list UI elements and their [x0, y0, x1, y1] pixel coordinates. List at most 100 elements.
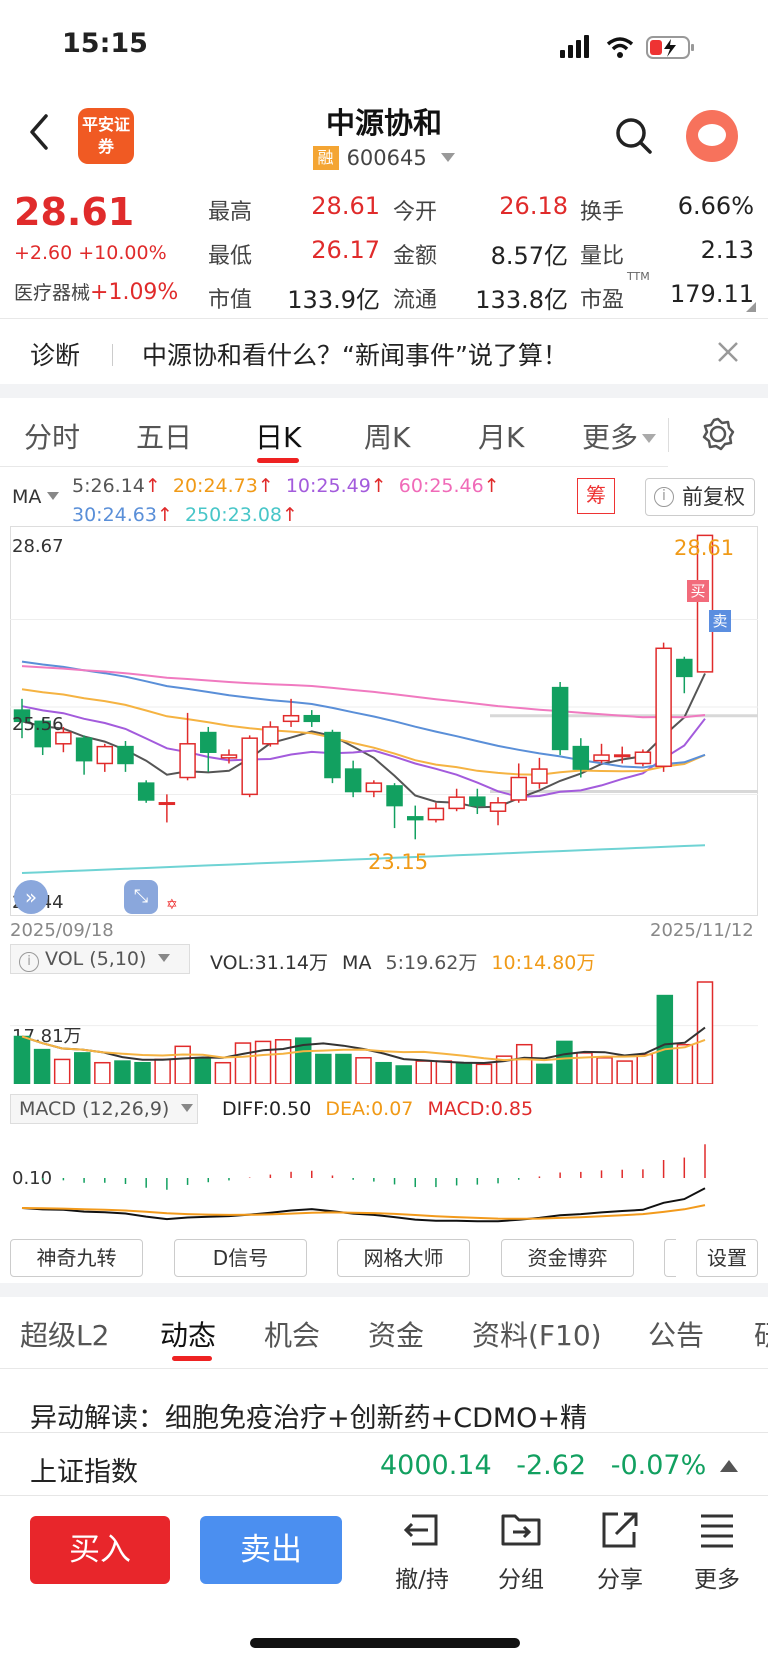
price-change: +2.60 +10.00% — [14, 242, 167, 264]
divider — [0, 1368, 768, 1369]
tab-week-k[interactable]: 周K — [364, 416, 410, 456]
volume-bar — [415, 1060, 433, 1084]
volume-bar — [395, 1065, 412, 1084]
d-signal-button[interactable]: D信号 — [174, 1239, 307, 1277]
pe-value: 179.11 — [670, 280, 754, 308]
tab-more[interactable]: 更多 — [582, 416, 657, 456]
macd-indicator-select[interactable]: MACD (12,26,9) — [10, 1094, 198, 1124]
settings-button[interactable]: 设置 — [696, 1239, 758, 1277]
tab-research-partial[interactable]: 研 — [754, 1314, 768, 1354]
mktcap-label: 市值 — [208, 288, 253, 313]
search-icon[interactable] — [614, 116, 654, 156]
close-icon[interactable] — [716, 340, 740, 364]
volume-bar — [194, 1057, 212, 1084]
high-label: 最高 — [208, 200, 253, 225]
vol-ma-label: MA — [342, 952, 372, 974]
adjust-price-button[interactable]: i 前复权 — [645, 478, 755, 516]
macd-chart[interactable] — [10, 1126, 758, 1232]
share-button[interactable]: 分享 — [575, 1510, 665, 1594]
tab-more-label: 更多 — [582, 421, 639, 454]
chip-distribution-button[interactable]: 筹 — [577, 478, 615, 514]
tab-funds[interactable]: 资金 — [368, 1314, 424, 1354]
candle-body — [634, 751, 652, 765]
diagnosis-text[interactable]: 中源协和看什么？“新闻事件”说了算！ — [142, 336, 568, 372]
tab-fenshi[interactable]: 分时 — [24, 416, 80, 456]
tab-announcement[interactable]: 公告 — [648, 1314, 704, 1354]
status-icons — [560, 35, 694, 59]
tab-five-day[interactable]: 五日 — [136, 416, 192, 456]
sector-row[interactable]: 医疗器械+1.09% — [14, 278, 178, 305]
tab-month-k[interactable]: 月K — [478, 416, 524, 456]
candle-body — [593, 754, 610, 762]
open-value: 26.18 — [499, 192, 568, 220]
high-value: 28.61 — [311, 192, 380, 220]
volume-chart[interactable] — [10, 976, 758, 1084]
tab-opportunity[interactable]: 机会 — [264, 1314, 320, 1354]
up-arrow-icon: ↑ — [156, 504, 173, 526]
candles — [13, 534, 714, 840]
withdraw-hold-button[interactable]: 撤/持 — [377, 1510, 467, 1594]
expand-corner-icon[interactable] — [746, 302, 756, 312]
candle-body — [613, 754, 631, 758]
grid-master-button[interactable]: 网格大师 — [337, 1239, 470, 1277]
high-marker: 28.61 — [674, 536, 735, 560]
candle-body — [200, 731, 217, 753]
volume-bar — [696, 981, 714, 1084]
share-label: 分享 — [597, 1567, 643, 1593]
news-headline[interactable]: 异动解读：细胞免疫治疗+创新药+CDMO+精 — [30, 1396, 587, 1435]
tab-super-l2[interactable]: 超级L2 — [20, 1314, 109, 1354]
ma10-value: 10:25.49 — [285, 475, 371, 497]
zoom-out-icon[interactable]: » — [14, 880, 48, 914]
event-marker-icon[interactable]: ✡ — [166, 897, 178, 913]
buy-marker[interactable]: 买 — [687, 580, 709, 602]
gear-icon[interactable] — [700, 416, 736, 452]
candle-body — [344, 768, 362, 793]
candle-body — [241, 737, 258, 796]
section-gap — [0, 1283, 768, 1297]
fund-game-button[interactable]: 资金博弈 — [501, 1239, 634, 1277]
tab-day-k[interactable]: 日K — [255, 416, 301, 456]
volume-bar — [355, 1057, 372, 1084]
tab-indicator — [257, 458, 299, 463]
volume-indicator-select[interactable]: i VOL (5,10) — [10, 944, 190, 974]
volume-bar — [114, 1060, 131, 1084]
candle-body — [489, 802, 507, 812]
share-icon — [602, 1512, 638, 1548]
up-arrow-icon: ↑ — [282, 504, 298, 526]
tab-dynamic[interactable]: 动态 — [160, 1314, 216, 1354]
vol-value: VOL:31.14万 — [210, 952, 328, 974]
volume-bar — [174, 1045, 191, 1084]
more-button[interactable]: 更多 — [672, 1510, 762, 1594]
candle-body — [531, 768, 548, 784]
up-arrow-icon: ↑ — [483, 475, 500, 497]
volume-bar — [53, 1058, 71, 1084]
ma-label[interactable]: MA — [12, 486, 60, 508]
margin-badge: 融 — [312, 146, 339, 170]
more-tool-button[interactable] — [664, 1239, 676, 1277]
avatar-icon[interactable] — [686, 110, 738, 162]
sell-marker[interactable]: 卖 — [709, 610, 731, 632]
index-change: -2.62 — [516, 1450, 587, 1481]
wifi-icon — [606, 37, 634, 58]
ma-label-text: MA — [12, 486, 42, 508]
candle-body — [262, 726, 279, 745]
ma5-line — [21, 673, 706, 809]
sell-button[interactable]: 卖出 — [200, 1516, 342, 1584]
ma-lines — [21, 660, 706, 874]
expand-up-icon[interactable] — [720, 1460, 738, 1472]
volume-bar — [616, 1060, 633, 1084]
volratio-label: 量比 — [580, 244, 625, 269]
group-button[interactable]: 分组 — [476, 1510, 566, 1594]
start-date: 2025/09/18 — [10, 920, 114, 941]
end-date: 2025/11/12 — [650, 920, 754, 941]
dropdown-icon — [181, 1104, 194, 1112]
tab-f10[interactable]: 资料(F10) — [472, 1314, 602, 1354]
magic-nine-button[interactable]: 神奇九转 — [10, 1239, 143, 1277]
buy-button[interactable]: 买入 — [30, 1516, 170, 1584]
group-label: 分组 — [498, 1567, 544, 1593]
expand-icon[interactable]: ⤡ — [124, 880, 158, 914]
volume-bar — [94, 1061, 111, 1084]
volume-bar — [556, 1040, 573, 1084]
divider — [0, 466, 668, 467]
volume-bar — [515, 1043, 533, 1084]
